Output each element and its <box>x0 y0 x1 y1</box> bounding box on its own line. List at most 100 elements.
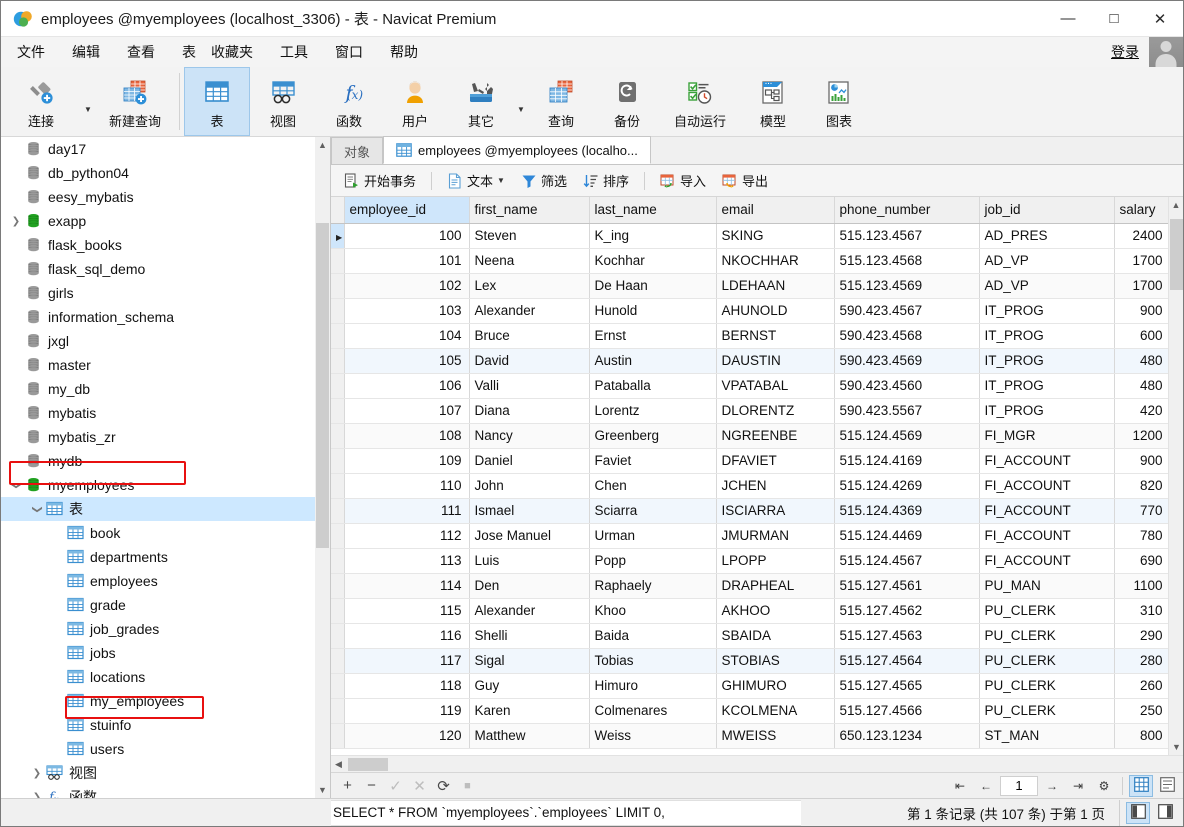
cell-phone_number[interactable]: 650.123.1234 <box>834 723 980 749</box>
cell-salary[interactable]: 690 <box>1114 548 1168 574</box>
first-page-button[interactable]: ⇤ <box>948 776 972 796</box>
text-dropdown-caret-icon[interactable]: ▼ <box>497 176 505 185</box>
cell-first_name[interactable]: Valli <box>469 373 590 399</box>
cell-last_name[interactable]: Chen <box>589 473 717 499</box>
table-row[interactable]: 118 Guy Himuro GHIMURO 515.127.4565 PU_CLERK 2… <box>331 673 1168 699</box>
row-indicator[interactable] <box>331 498 345 524</box>
table-row[interactable]: 106 Valli Pataballa VPATABAL 590.423.4560 IT_… <box>331 373 1168 399</box>
cell-employee_id[interactable]: 106 <box>344 373 470 399</box>
cell-last_name[interactable]: Kochhar <box>589 248 717 274</box>
row-indicator[interactable]: ▶ <box>331 223 345 249</box>
table-row[interactable]: 102 Lex De Haan LDEHAAN 515.123.4569 AD_VP 170… <box>331 273 1168 299</box>
cell-salary[interactable]: 900 <box>1114 448 1168 474</box>
cell-first_name[interactable]: Diana <box>469 398 590 424</box>
table-row[interactable]: 115 Alexander Khoo AKHOO 515.127.4562 PU_CLER… <box>331 598 1168 624</box>
cell-employee_id[interactable]: 110 <box>344 473 470 499</box>
right-panel-toggle[interactable] <box>1153 802 1177 824</box>
cell-first_name[interactable]: Den <box>469 573 590 599</box>
stop-button[interactable]: ■ <box>457 776 478 796</box>
toolbar-table-button[interactable]: 表 <box>184 67 250 136</box>
cell-employee_id[interactable]: 107 <box>344 398 470 424</box>
cell-first_name[interactable]: Bruce <box>469 323 590 349</box>
cell-email[interactable]: LDEHAAN <box>716 273 835 299</box>
tree-node-flask_sql_demo[interactable]: flask_sql_demo <box>1 257 315 281</box>
cell-phone_number[interactable]: 515.124.4567 <box>834 548 980 574</box>
other-dropdown-caret-icon[interactable]: ▼ <box>514 67 528 136</box>
connection-dropdown-caret-icon[interactable]: ▼ <box>81 67 95 136</box>
column-header-first_name[interactable]: first_name <box>469 197 590 224</box>
cell-phone_number[interactable]: 515.127.4564 <box>834 648 980 674</box>
grid-vertical-scrollbar[interactable]: ▲ ▼ <box>1168 197 1183 755</box>
row-indicator[interactable] <box>331 673 345 699</box>
cell-first_name[interactable]: Alexander <box>469 598 590 624</box>
cell-email[interactable]: DAUSTIN <box>716 348 835 374</box>
cell-phone_number[interactable]: 590.423.4560 <box>834 373 980 399</box>
row-indicator[interactable] <box>331 623 345 649</box>
chevron-down-icon[interactable]: ❯ <box>9 478 23 492</box>
cell-salary[interactable]: 1200 <box>1114 423 1168 449</box>
database-tree[interactable]: day17 db_python04 eesy_mybatis ❯ exapp flask_… <box>1 137 315 798</box>
cell-salary[interactable]: 250 <box>1114 698 1168 724</box>
toolbar-automation-button[interactable]: 自动运行 <box>660 67 740 136</box>
cell-employee_id[interactable]: 117 <box>344 648 470 674</box>
cell-phone_number[interactable]: 515.124.4569 <box>834 423 980 449</box>
cell-email[interactable]: JCHEN <box>716 473 835 499</box>
table-row[interactable]: 120 Matthew Weiss MWEISS 650.123.1234 ST_MAN 8… <box>331 723 1168 749</box>
cell-job_id[interactable]: PU_CLERK <box>979 598 1115 624</box>
row-indicator[interactable] <box>331 348 345 374</box>
cell-email[interactable]: DRAPHEAL <box>716 573 835 599</box>
cell-phone_number[interactable]: 590.423.4569 <box>834 348 980 374</box>
cell-email[interactable]: KCOLMENA <box>716 698 835 724</box>
cell-last_name[interactable]: Ernst <box>589 323 717 349</box>
cell-salary[interactable]: 900 <box>1114 298 1168 324</box>
cell-salary[interactable]: 420 <box>1114 398 1168 424</box>
toolbar-query-button[interactable]: 查询 <box>528 67 594 136</box>
toolbar-user-button[interactable]: 用户 <box>382 67 448 136</box>
column-header-job_id[interactable]: job_id <box>979 197 1115 224</box>
tree-node-locations[interactable]: locations <box>1 665 315 689</box>
chevron-down-icon[interactable]: ❯ <box>30 502 44 516</box>
cell-job_id[interactable]: FI_ACCOUNT <box>979 448 1115 474</box>
table-row[interactable]: 113 Luis Popp LPOPP 515.124.4567 FI_ACCOUNT 69… <box>331 548 1168 574</box>
cell-email[interactable]: VPATABAL <box>716 373 835 399</box>
cell-phone_number[interactable]: 515.124.4169 <box>834 448 980 474</box>
cell-employee_id[interactable]: 109 <box>344 448 470 474</box>
toolbar-chart-button[interactable]: 图表 <box>806 67 872 136</box>
cell-salary[interactable]: 600 <box>1114 323 1168 349</box>
table-row[interactable]: 112 Jose Manuel Urman JMURMAN 515.124.4469 FI… <box>331 523 1168 549</box>
tree-node-mydb[interactable]: mydb <box>1 449 315 473</box>
column-header-last_name[interactable]: last_name <box>589 197 717 224</box>
left-panel-toggle[interactable] <box>1126 801 1150 824</box>
export-button[interactable]: 导出 <box>715 168 775 193</box>
sort-button[interactable]: 排序 <box>576 168 636 193</box>
cell-email[interactable]: AHUNOLD <box>716 298 835 324</box>
cell-email[interactable]: JMURMAN <box>716 523 835 549</box>
tab-employees-data[interactable]: employees @myemployees (localho... <box>383 136 651 164</box>
row-indicator[interactable] <box>331 523 345 549</box>
row-indicator[interactable] <box>331 698 345 724</box>
cell-first_name[interactable]: Alexander <box>469 298 590 324</box>
grid-header-row[interactable]: employee_id first_name last_name email phone… <box>331 197 1168 224</box>
cell-job_id[interactable]: AD_PRES <box>979 223 1115 249</box>
menu-help[interactable]: 帮助 <box>379 39 429 65</box>
cell-employee_id[interactable]: 112 <box>344 523 470 549</box>
table-row[interactable]: 104 Bruce Ernst BERNST 590.423.4568 IT_PROG 60… <box>331 323 1168 349</box>
column-header-salary[interactable]: salary <box>1114 197 1168 224</box>
row-indicator[interactable] <box>331 323 345 349</box>
cell-employee_id[interactable]: 100 <box>344 223 470 249</box>
cell-first_name[interactable]: Matthew <box>469 723 590 749</box>
cell-first_name[interactable]: Nancy <box>469 423 590 449</box>
tree-node-eesy_mybatis[interactable]: eesy_mybatis <box>1 185 315 209</box>
menu-edit[interactable]: 编辑 <box>61 39 111 65</box>
cell-salary[interactable]: 800 <box>1114 723 1168 749</box>
row-indicator[interactable] <box>331 473 345 499</box>
prev-page-button[interactable]: ← <box>974 776 998 796</box>
cell-email[interactable]: MWEISS <box>716 723 835 749</box>
tree-node-my_employees[interactable]: my_employees <box>1 689 315 713</box>
cell-phone_number[interactable]: 515.127.4563 <box>834 623 980 649</box>
cell-first_name[interactable]: Neena <box>469 248 590 274</box>
cell-phone_number[interactable]: 590.423.4567 <box>834 298 980 324</box>
grid-scroll-up-icon[interactable]: ▲ <box>1169 197 1183 213</box>
cell-employee_id[interactable]: 118 <box>344 673 470 699</box>
cell-job_id[interactable]: IT_PROG <box>979 373 1115 399</box>
